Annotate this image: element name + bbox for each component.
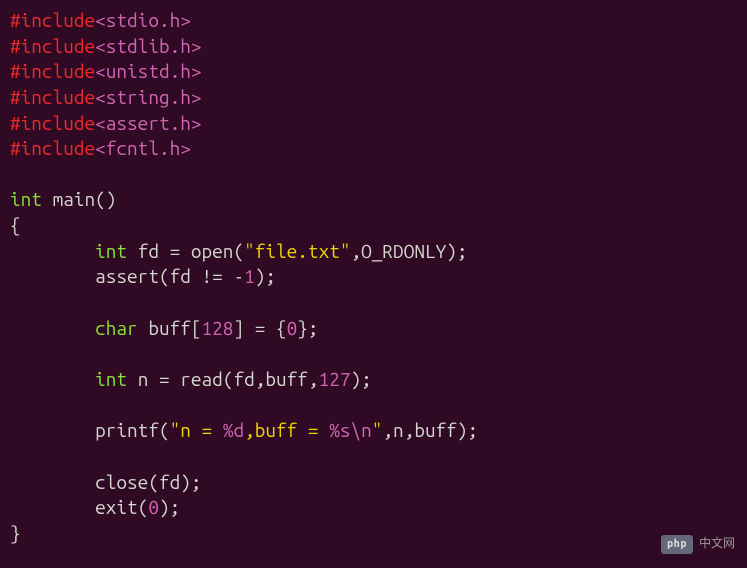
include-path: <assert.h> [95,112,201,134]
include-path: <stdlib.h> [95,35,201,57]
number-literal: 0 [148,496,159,518]
function-call: open [191,240,234,262]
function-call: printf [95,419,159,441]
preproc-directive: #include [10,86,95,108]
include-path: <unistd.h> [95,60,201,82]
function-call: read [180,368,223,390]
type-keyword: char [95,317,138,339]
brace-open: { [10,214,21,236]
function-name: main [53,188,96,210]
type-keyword: int [95,368,127,390]
params: () [95,188,116,210]
identifier: n [138,368,149,390]
include-path: <string.h> [95,86,201,108]
include-path: <stdio.h> [95,9,191,31]
include-path: <fcntl.h> [95,137,191,159]
preproc-directive: #include [10,9,95,31]
string-literal: "file.txt" [244,240,350,262]
flag-constant: O_RDONLY [361,240,446,262]
watermark-badge: php [661,535,693,554]
identifier: buff [148,317,191,339]
code-editor: #include<stdio.h> #include<stdlib.h> #in… [10,8,737,546]
function-call: exit [95,496,138,518]
format-specifier: %s [329,419,350,441]
preproc-directive: #include [10,35,95,57]
number-literal: 0 [287,317,298,339]
format-specifier: %d [223,419,244,441]
watermark: php 中文网 [661,535,735,554]
number-literal: 127 [319,368,351,390]
function-call: assert [95,265,159,287]
watermark-text: 中文网 [699,536,735,552]
brace-close: } [10,522,21,544]
type-keyword: int [95,240,127,262]
escape-sequence: \n [351,419,372,441]
number-literal: 1 [244,265,255,287]
identifier: fd [138,240,159,262]
preproc-directive: #include [10,112,95,134]
preproc-directive: #include [10,60,95,82]
preproc-directive: #include [10,137,95,159]
return-type: int [10,188,42,210]
number-literal: 128 [202,317,234,339]
function-call: close [95,471,148,493]
